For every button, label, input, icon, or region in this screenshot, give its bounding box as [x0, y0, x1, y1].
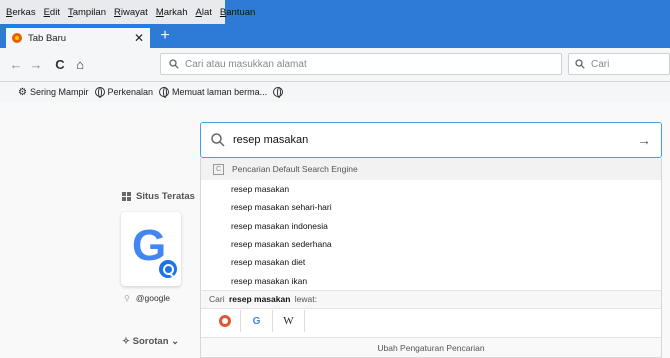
menu-item-riwayat[interactable]: Riwayat [114, 7, 148, 18]
url-placeholder: Cari atau masukkan alamat [185, 58, 307, 70]
reload-icon[interactable]: C [50, 57, 70, 72]
menu-item-bantuan[interactable]: Bantuan [220, 7, 255, 18]
highlights-heading[interactable]: ✧ Sorotan ⌄ [122, 336, 179, 347]
forward-icon[interactable]: → [26, 57, 46, 72]
url-bar[interactable]: Cari atau masukkan alamat [160, 53, 562, 75]
close-tab-icon[interactable]: ✕ [134, 31, 144, 45]
top-sites-heading[interactable]: Situs Teratas ⌄ [122, 191, 208, 202]
engine-wikipedia-button[interactable]: W [273, 310, 305, 333]
suggestion-item[interactable]: resep masakan sederhana [201, 235, 661, 253]
go-arrow-icon[interactable]: → [637, 132, 651, 148]
bookmark-memuat-laman[interactable]: Memuat laman berma... [159, 87, 268, 98]
bookmark-perkenalan[interactable]: Perkenalan [94, 87, 154, 98]
menu-item-alat[interactable]: Alat [196, 7, 212, 18]
wikipedia-icon: W [283, 315, 294, 328]
top-site-tile-google[interactable]: G [121, 212, 181, 286]
suggestion-item[interactable]: resep masakan ikan [201, 271, 661, 289]
suggestion-item[interactable]: resep masakan sehari-hari [201, 198, 661, 216]
highlights-title: Sorotan ⌄ [132, 336, 180, 347]
globe-icon [159, 87, 170, 98]
home-icon[interactable]: ⌂ [70, 57, 90, 72]
menu-item-markah[interactable]: Markah [156, 7, 188, 18]
pin-icon: ⚲ [124, 293, 130, 303]
engine-duckduckgo-button[interactable] [209, 310, 241, 333]
top-site-label: ⚲ @google [124, 293, 170, 303]
menu-item-edit[interactable]: Edit [44, 7, 60, 18]
duckduckgo-icon [218, 315, 231, 328]
engine-google-button[interactable]: G [241, 310, 273, 333]
bookmark-sering-mampir[interactable]: ⚙ Sering Mampir [18, 87, 89, 98]
search-query: resep masakan [233, 134, 309, 146]
google-lens-icon [157, 258, 179, 280]
suggestion-item[interactable]: resep masakan diet [201, 253, 661, 271]
globe-icon [273, 87, 284, 98]
new-tab-search-input[interactable]: resep masakan → [200, 122, 662, 158]
tab-new-tab[interactable]: Tab Baru ✕ [6, 26, 150, 48]
engine-header-label: Pencarian Default Search Engine [232, 164, 358, 174]
globe-icon [94, 87, 105, 98]
search-with-label: Cari resep masakan lewat: [201, 289, 661, 308]
bookmarks-toolbar: ⚙ Sering Mampir Perkenalan Memuat laman … [0, 82, 670, 102]
bookmark-label: Memuat laman berma... [172, 87, 268, 97]
top-site-title: @google [135, 293, 171, 303]
search-placeholder: Cari [591, 58, 610, 70]
back-icon[interactable]: ← [6, 57, 26, 72]
one-off-engines: G W [201, 307, 661, 334]
search-suggestions-dropdown: C Pencarian Default Search Engine resep … [200, 158, 662, 358]
tab-title: Tab Baru [28, 32, 67, 44]
search-with-query: resep masakan [228, 294, 291, 305]
highlights-icon: ✧ [122, 336, 130, 347]
default-engine-header[interactable]: C Pencarian Default Search Engine [201, 158, 661, 180]
gear-icon: ⚙ [18, 86, 27, 98]
top-sites-title: Situs Teratas [136, 191, 195, 202]
change-search-settings-button[interactable]: Ubah Pengaturan Pencarian [201, 337, 661, 357]
suggestion-item[interactable]: resep masakan indonesia [201, 217, 661, 235]
search-with-suffix: lewat: [294, 294, 317, 305]
engine-icon: C [213, 163, 224, 175]
bookmark-label: Sering Mampir [29, 87, 89, 97]
bookmark-untitled[interactable] [273, 87, 286, 98]
grid-icon [122, 192, 131, 201]
new-tab-button[interactable]: + [155, 26, 175, 46]
search-with-prefix: Cari [209, 294, 225, 305]
menu-item-berkas[interactable]: Berkas [6, 7, 36, 18]
navigation-toolbar: ← → C ⌂ Cari atau masukkan alamat Cari [0, 48, 670, 82]
search-bar[interactable]: Cari [568, 53, 670, 75]
search-icon [575, 59, 585, 69]
search-icon [211, 133, 225, 147]
menu-item-tampilan[interactable]: Tampilan [68, 7, 106, 18]
menu-bar: Berkas Edit Tampilan Riwayat Markah Alat… [0, 0, 255, 24]
google-icon: G [252, 315, 261, 327]
search-icon [169, 59, 179, 69]
firefox-icon [12, 33, 22, 43]
bookmark-label: Perkenalan [107, 87, 154, 97]
suggestion-item[interactable]: resep masakan [201, 180, 661, 198]
